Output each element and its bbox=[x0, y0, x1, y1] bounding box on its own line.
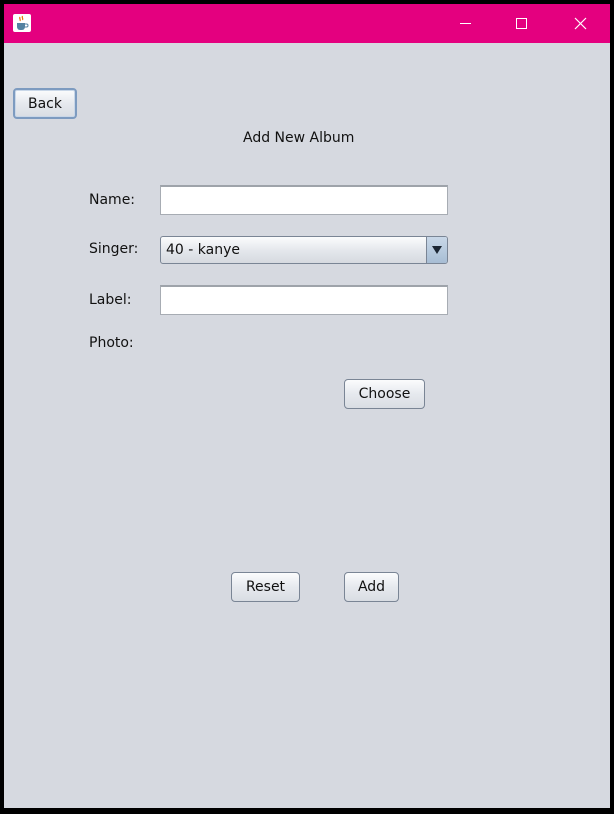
label-input[interactable] bbox=[160, 285, 448, 315]
chevron-down-icon bbox=[432, 246, 442, 254]
singer-selected-value: 40 - kanye bbox=[166, 242, 240, 258]
label-label: Label: bbox=[89, 292, 132, 308]
singer-label: Singer: bbox=[89, 241, 139, 257]
name-label: Name: bbox=[89, 192, 136, 208]
singer-select[interactable]: 40 - kanye bbox=[160, 236, 448, 264]
maximize-button[interactable] bbox=[493, 4, 551, 43]
minimize-button[interactable] bbox=[436, 4, 494, 43]
photo-label: Photo: bbox=[89, 335, 134, 351]
reset-button[interactable]: Reset bbox=[231, 572, 300, 602]
minimize-icon bbox=[460, 23, 471, 24]
choose-photo-button[interactable]: Choose bbox=[344, 379, 425, 409]
back-button[interactable]: Back bbox=[13, 88, 77, 119]
add-button[interactable]: Add bbox=[344, 572, 399, 602]
close-icon bbox=[574, 17, 587, 30]
java-cup-icon[interactable] bbox=[13, 14, 31, 32]
form-heading: Add New Album bbox=[243, 130, 355, 146]
close-button[interactable] bbox=[552, 4, 610, 43]
name-input[interactable] bbox=[160, 185, 448, 215]
title-bar[interactable] bbox=[4, 4, 610, 43]
dropdown-arrow-button[interactable] bbox=[426, 237, 447, 263]
add-album-window: Back Add New Album Name: Singer: 40 - ka… bbox=[4, 4, 610, 808]
maximize-icon bbox=[516, 18, 527, 29]
